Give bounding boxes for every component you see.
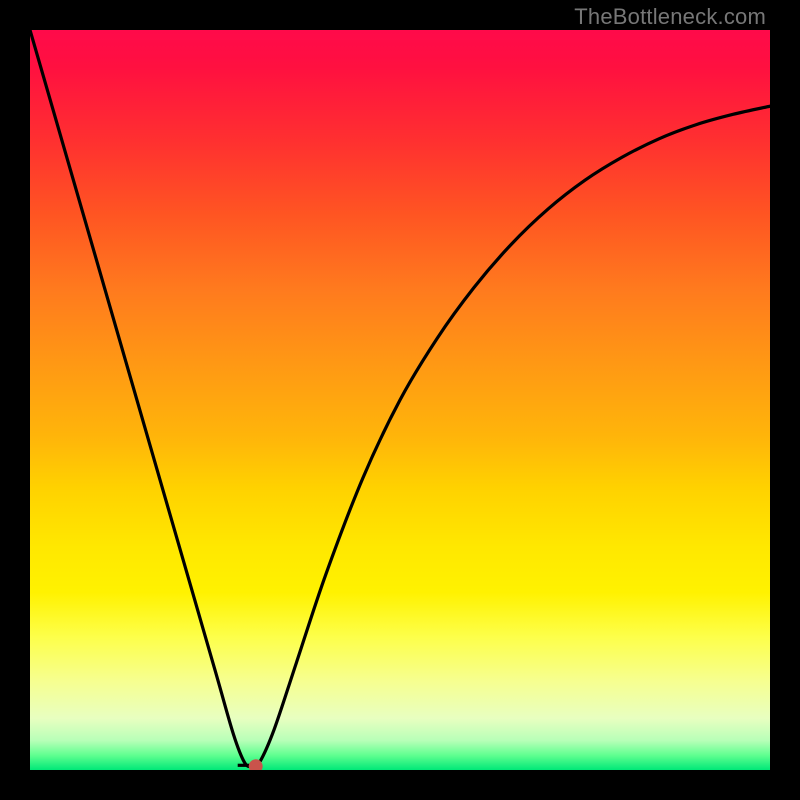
plot-area [30,30,770,770]
chart-svg [30,30,770,770]
chart-container: TheBottleneck.com [0,0,800,800]
watermark-text: TheBottleneck.com [574,4,766,30]
curve-line [30,30,770,767]
